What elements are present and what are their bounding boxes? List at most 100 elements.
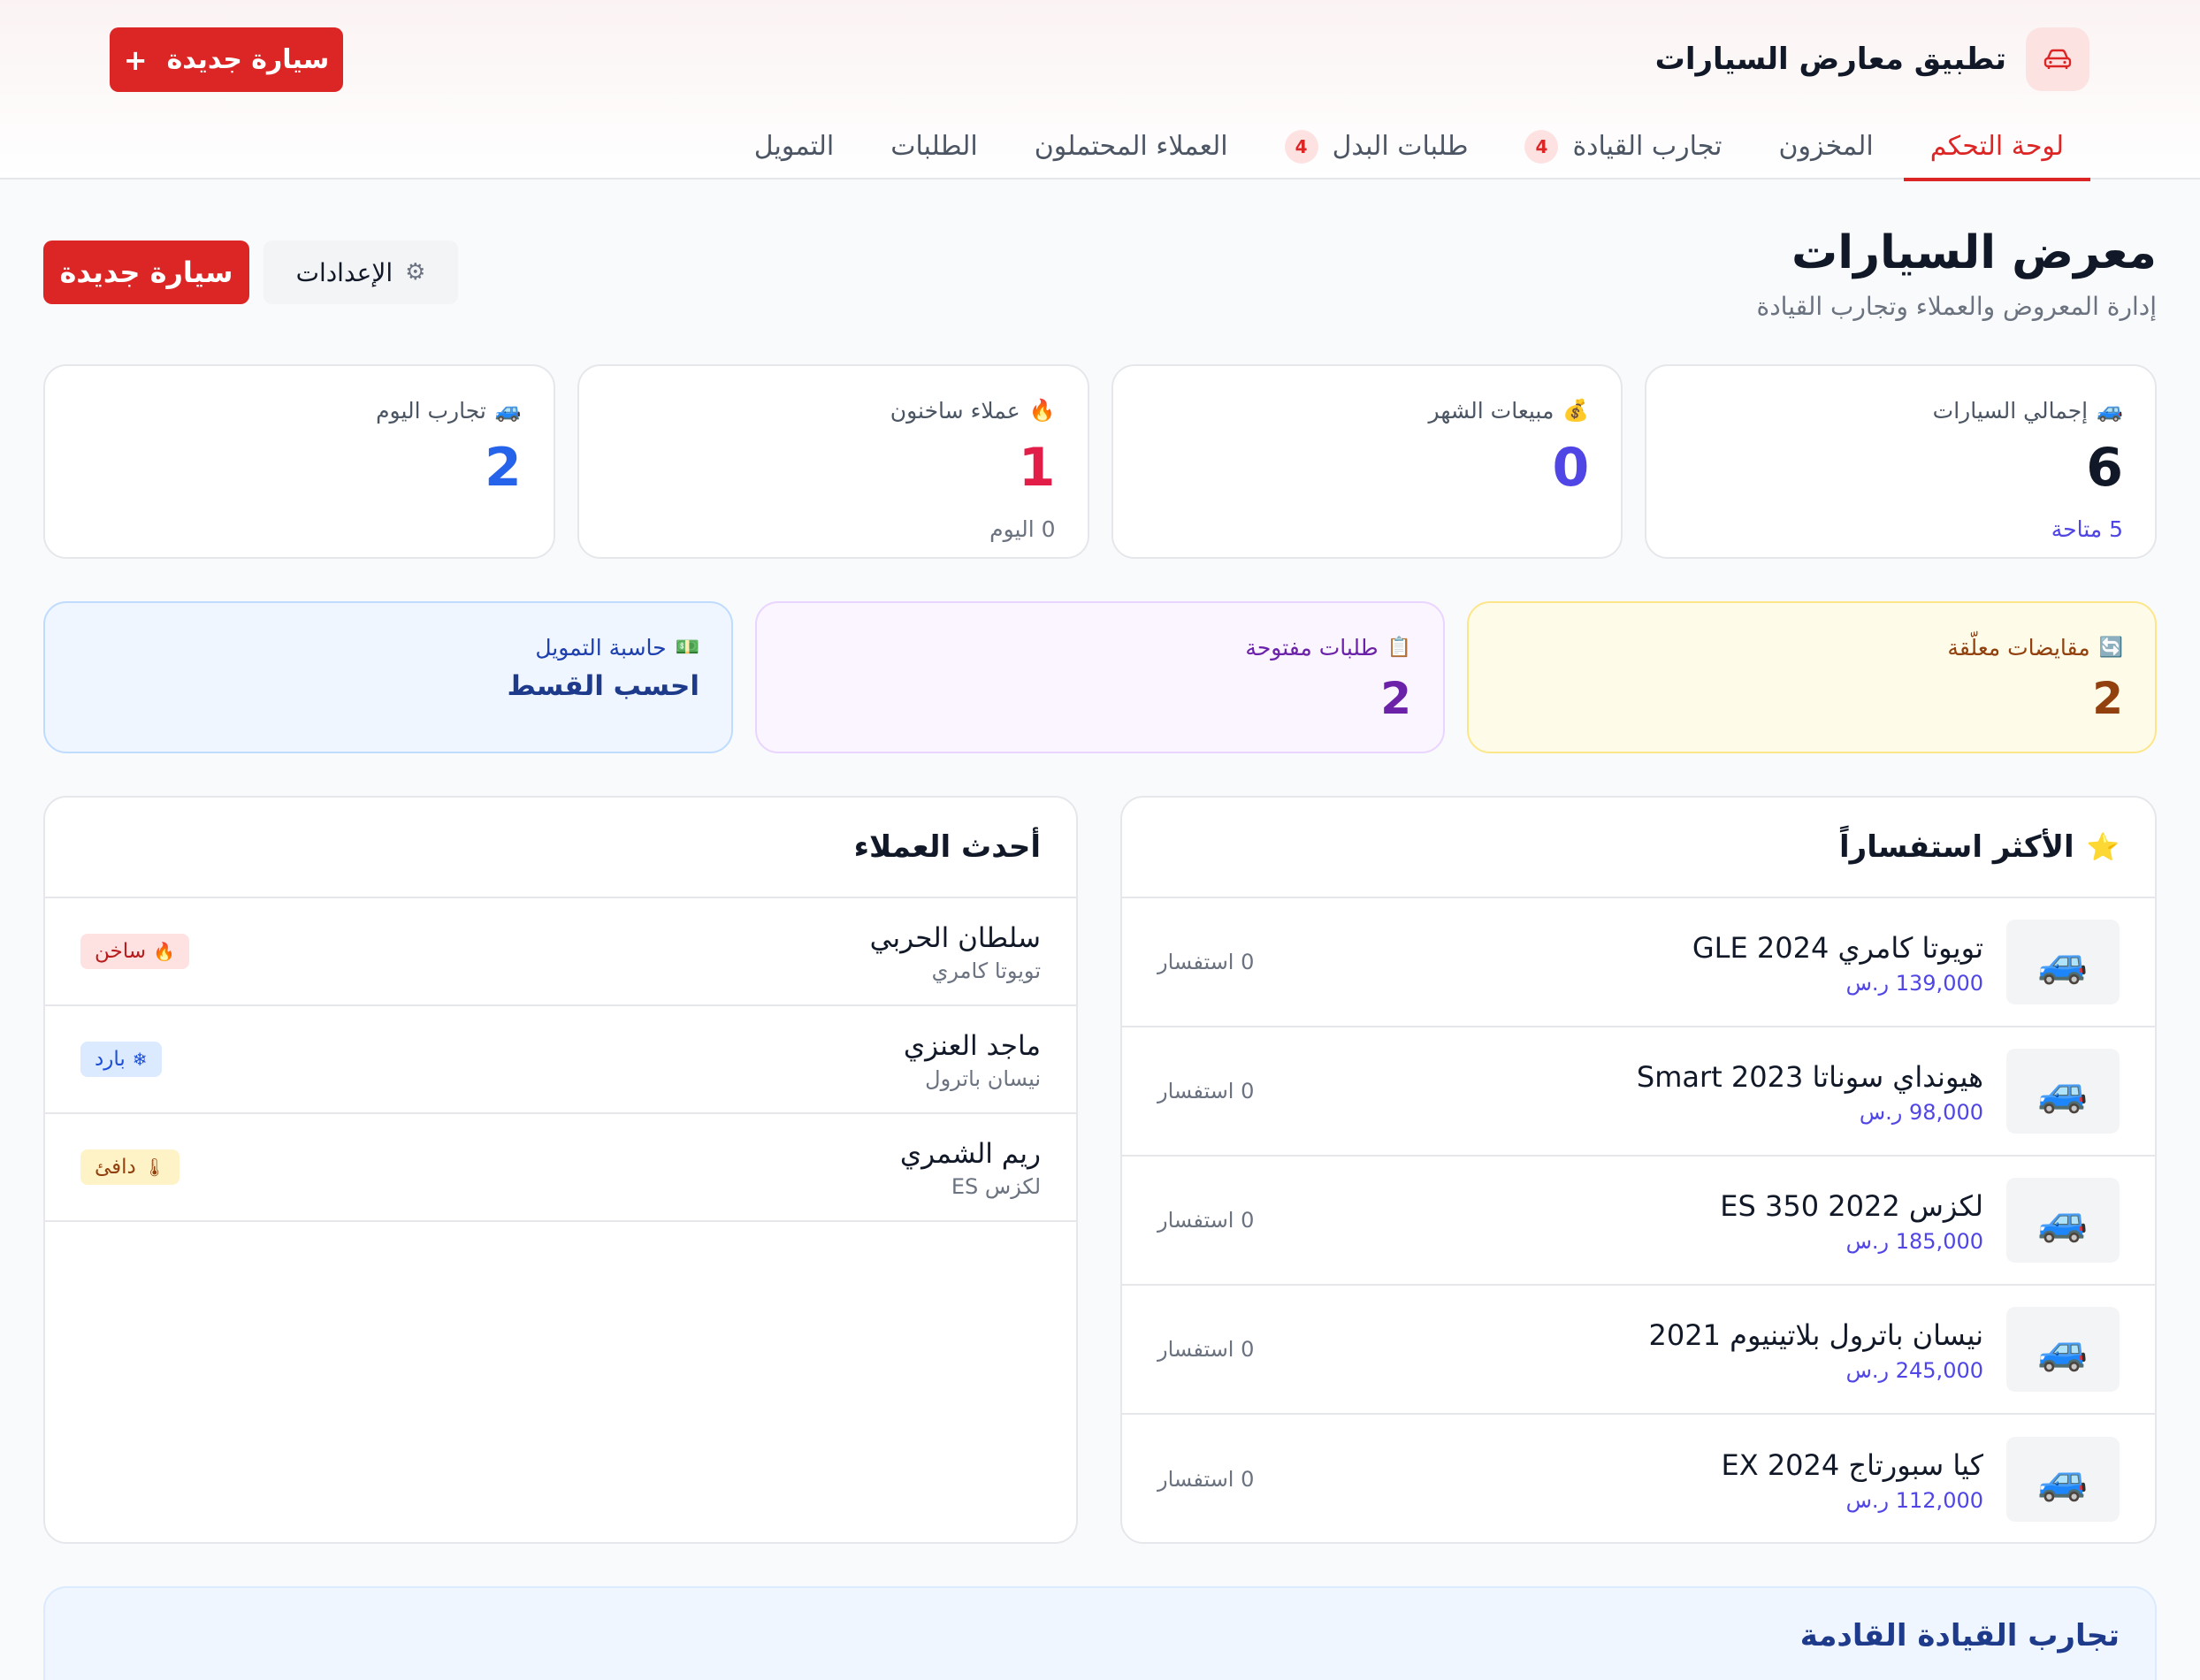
fire-icon: 🔥 <box>153 941 175 962</box>
brand: تطبيق معارض السيارات <box>1655 27 2089 92</box>
car-row[interactable]: 🚙 كيا سبورتاج EX 2024 112,000 ر.س 0 استف… <box>1122 1415 2155 1542</box>
tab-financing[interactable]: التمويل <box>728 113 860 179</box>
panel-title: تجارب القيادة القادمة <box>1799 1618 2120 1653</box>
customer-row[interactable]: سلطان الحربي تويوتا كامري 🔥 ساخن <box>45 898 1076 1006</box>
upcoming-test-drives-panel: تجارب القيادة القادمة <box>43 1586 2157 1680</box>
calculate-installment-link[interactable]: احسب القسط <box>77 670 699 702</box>
money-bag-icon: 💰 <box>1562 398 1590 423</box>
temperature-badge: 🔥 ساخن <box>80 934 189 969</box>
stat-sub: 0 اليوم <box>989 516 1056 542</box>
car-thumbnail-icon: 🚙 <box>2006 1307 2120 1392</box>
stat-total-cars[interactable]: 🚙 إجمالي السيارات 6 5 متاحة <box>1645 364 2157 559</box>
header-new-car-button[interactable]: سيارة جديدة + <box>110 27 343 92</box>
temperature-badge: ❄ بارد <box>80 1042 162 1077</box>
tab-inventory[interactable]: المخزون <box>1753 113 1900 179</box>
car-logo-icon <box>2026 27 2089 91</box>
customer-name: ماجد العنزي <box>903 1030 1041 1062</box>
tab-trade-requests[interactable]: طلبات البدل 4 <box>1258 113 1495 179</box>
customer-row[interactable]: ريم الشمري لكزس ES 🌡 دافئ <box>45 1114 1076 1222</box>
customer-name: ريم الشمري <box>899 1138 1041 1170</box>
customer-car: نيسان باترول <box>925 1066 1041 1091</box>
stat-label: عملاء ساخنون <box>890 397 1020 424</box>
temperature-label: ساخن <box>95 940 147 963</box>
car-price: 139,000 ر.س <box>1845 971 1983 996</box>
car-row[interactable]: 🚙 نيسان باترول بلاتينيوم 2021 245,000 ر.… <box>1122 1286 2155 1415</box>
open-orders-card[interactable]: 📋 طلبات مفتوحة 2 <box>755 601 1445 753</box>
page: تطبيق معارض السيارات سيارة جديدة + لوحة … <box>0 0 2200 1680</box>
inquiry-count: 0 استفسار <box>1157 1467 1255 1492</box>
new-car-label: سيارة جديدة <box>59 256 233 289</box>
stat-value: 0 <box>1552 437 1590 499</box>
car-thumbnail-icon: 🚙 <box>2006 1178 2120 1263</box>
temperature-badge: 🌡 دافئ <box>80 1149 180 1185</box>
car-name: لكزس ES 350 2022 <box>1720 1189 1983 1223</box>
card-value: 2 <box>2092 673 2123 724</box>
stat-label: تجارب اليوم <box>376 397 486 424</box>
latest-customers-panel: أحدث العملاء سلطان الحربي تويوتا كامري 🔥… <box>43 796 1078 1544</box>
page-subtitle: إدارة المعروض والعملاء وتجارب القيادة <box>1756 292 2157 321</box>
card-label: حاسبة التمويل <box>535 634 667 661</box>
car-price: 112,000 ر.س <box>1845 1488 1983 1513</box>
stat-value: 6 <box>2086 437 2123 499</box>
card-label: طلبات مفتوحة <box>1245 634 1379 661</box>
plus-icon: + <box>123 42 148 77</box>
temperature-label: بارد <box>95 1048 126 1071</box>
new-car-button[interactable]: سيارة جديدة <box>43 241 249 304</box>
snowflake-icon: ❄ <box>132 1049 148 1070</box>
main-nav: لوحة التحكم المخزون تجارب القيادة 4 طلبا… <box>728 113 2091 181</box>
fire-icon: 🔥 <box>1028 398 1056 423</box>
stat-sub: 5 متاحة <box>2051 516 2123 542</box>
tab-orders[interactable]: الطلبات <box>864 113 1004 179</box>
car-name: هيونداي سوناتا Smart 2023 <box>1636 1060 1983 1094</box>
tab-label: طلبات البدل <box>1332 131 1469 162</box>
settings-button[interactable]: ⚙ الإعدادات <box>264 241 458 304</box>
car-icon: 🚙 <box>2097 398 2123 423</box>
car-price: 245,000 ر.س <box>1845 1358 1983 1383</box>
stat-value: 2 <box>485 437 522 499</box>
app-header: تطبيق معارض السيارات سيارة جديدة + لوحة … <box>0 0 2200 181</box>
header-new-car-label: سيارة جديدة <box>166 44 330 75</box>
car-thumbnail-icon: 🚙 <box>2006 1049 2120 1134</box>
stat-monthly-sales[interactable]: 💰 مبيعات الشهر 0 <box>1111 364 1623 559</box>
most-inquired-panel: ⭐ الأكثر استفساراً 🚙 تويوتا كامري GLE 20… <box>1120 796 2157 1544</box>
inquiry-count: 0 استفسار <box>1157 1337 1255 1362</box>
tab-label: التمويل <box>753 131 835 162</box>
stat-today-test-drives[interactable]: 🚙 تجارب اليوم 2 <box>43 364 555 559</box>
tab-label: العملاء المحتملون <box>1034 131 1228 162</box>
card-label: مقايضات معلّقة <box>1947 634 2090 661</box>
tab-dashboard[interactable]: لوحة التحكم <box>1903 113 2091 181</box>
gear-icon: ⚙ <box>405 259 426 286</box>
page-heading: معرض السيارات إدارة المعروض والعملاء وتج… <box>1757 223 2157 321</box>
tab-label: تجارب القيادة <box>1572 131 1723 162</box>
thermometer-icon: 🌡 <box>142 1157 166 1178</box>
car-thumbnail-icon: 🚙 <box>2006 1437 2120 1522</box>
tab-leads[interactable]: العملاء المحتملون <box>1008 113 1255 179</box>
stat-hot-customers[interactable]: 🔥 عملاء ساخنون 1 0 اليوم <box>577 364 1089 559</box>
temperature-label: دافئ <box>95 1156 136 1179</box>
page-actions: سيارة جديدة ⚙ الإعدادات <box>43 241 458 304</box>
panel-title: الأكثر استفساراً <box>1838 829 2074 865</box>
customer-row[interactable]: ماجد العنزي نيسان باترول ❄ بارد <box>45 1006 1076 1114</box>
car-name: تويوتا كامري GLE 2024 <box>1692 931 1983 965</box>
customer-car: تويوتا كامري <box>931 958 1041 983</box>
card-value: 2 <box>1380 673 1411 724</box>
car-side-icon: 🚙 <box>494 398 522 423</box>
inquiry-count: 0 استفسار <box>1157 1079 1255 1103</box>
clipboard-icon: 📋 <box>1386 636 1411 659</box>
car-row[interactable]: 🚙 لكزس ES 350 2022 185,000 ر.س 0 استفسار <box>1122 1157 2155 1286</box>
page-title: معرض السيارات <box>1791 226 2157 279</box>
car-name: نيسان باترول بلاتينيوم 2021 <box>1648 1318 1983 1352</box>
finance-calculator-card[interactable]: 💵 حاسبة التمويل احسب القسط <box>43 601 733 753</box>
pending-trades-card[interactable]: 🔄 مقايضات معلّقة 2 <box>1467 601 2157 753</box>
panel-header: ⭐ الأكثر استفساراً <box>1122 798 2155 898</box>
car-thumbnail-icon: 🚙 <box>2006 920 2120 1004</box>
car-row[interactable]: 🚙 هيونداي سوناتا Smart 2023 98,000 ر.س 0… <box>1122 1027 2155 1157</box>
tab-test-drives[interactable]: تجارب القيادة 4 <box>1498 113 1748 179</box>
car-row[interactable]: 🚙 تويوتا كامري GLE 2024 139,000 ر.س 0 اس… <box>1122 898 2155 1027</box>
tab-label: المخزون <box>1778 131 1874 162</box>
tab-label: لوحة التحكم <box>1929 131 2064 162</box>
highlights-row: 🔄 مقايضات معلّقة 2 📋 طلبات مفتوحة 2 💵 حا… <box>43 601 2157 753</box>
stat-value: 1 <box>1018 437 1056 499</box>
customer-car: لكزس ES <box>951 1174 1041 1199</box>
panel-title: أحدث العملاء <box>853 829 1041 865</box>
